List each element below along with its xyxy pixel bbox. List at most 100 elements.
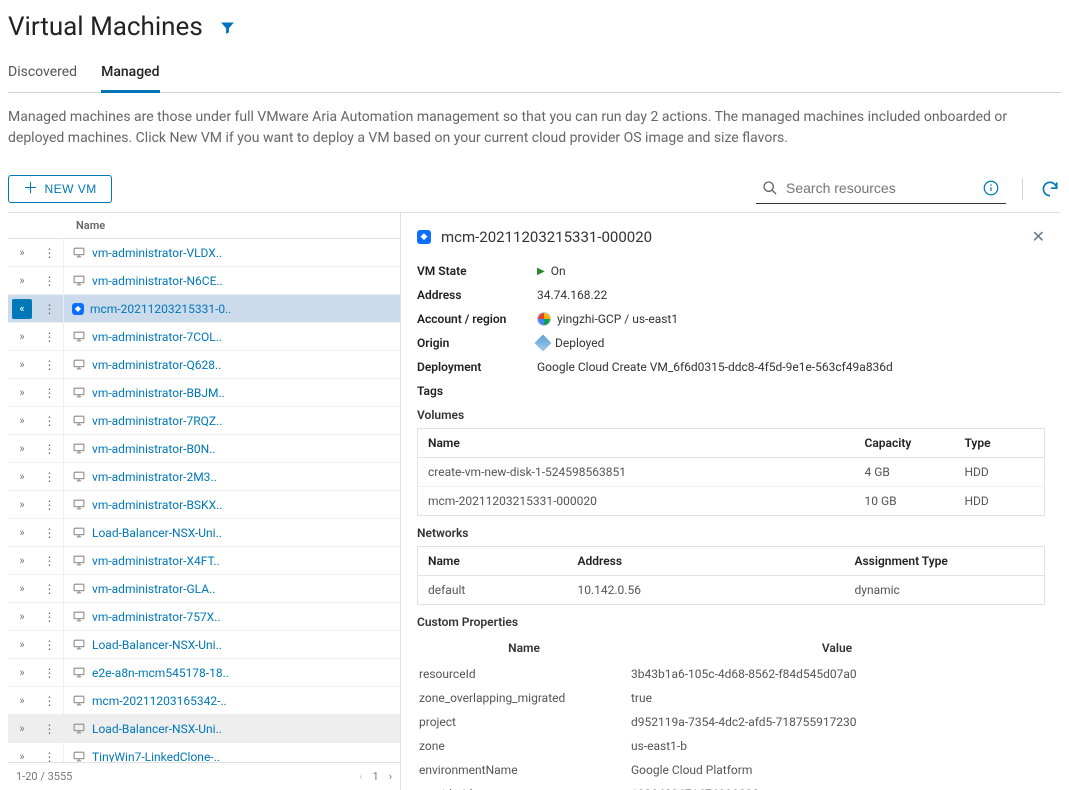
row-actions-icon[interactable]: ⋮ <box>36 379 64 406</box>
expand-icon[interactable]: » <box>8 575 36 603</box>
table-row[interactable]: »⋮ vm-administrator-B0N.. <box>8 435 400 463</box>
row-name-link[interactable]: mcm-20211203215331-0.. <box>90 302 231 316</box>
row-name-link[interactable]: TinyWin7-LinkedClone-.. <box>92 750 220 763</box>
row-name-link[interactable]: vm-administrator-Q628.. <box>92 358 221 372</box>
table-row[interactable]: »⋮ Load-Balancer-NSX-Uni.. <box>8 715 400 743</box>
refresh-icon[interactable] <box>1039 178 1061 200</box>
expand-icon[interactable]: » <box>8 491 36 519</box>
table-row[interactable]: »⋮ vm-administrator-757X.. <box>8 603 400 631</box>
row-actions-icon[interactable]: ⋮ <box>36 239 64 266</box>
table-row[interactable]: »⋮ Load-Balancer-NSX-Uni.. <box>8 631 400 659</box>
tab-managed[interactable]: Managed <box>101 54 159 93</box>
table-row[interactable]: »⋮ e2e-a8n-mcm545178-18.. <box>8 659 400 687</box>
grid-body[interactable]: »⋮vm-administrator-VLDX..»⋮vm-administra… <box>8 239 400 762</box>
row-name-link[interactable]: vm-administrator-X4FT.. <box>92 554 220 568</box>
row-actions-icon[interactable]: ⋮ <box>36 407 64 434</box>
expand-icon[interactable]: » <box>8 603 36 631</box>
cell-name: resourceId <box>419 663 629 685</box>
table-row[interactable]: »⋮ Load-Balancer-NSX-Uni.. <box>8 519 400 547</box>
expand-icon[interactable]: » <box>8 631 36 659</box>
pager-next-icon[interactable]: › <box>389 770 392 783</box>
expand-icon[interactable]: » <box>8 379 36 407</box>
expand-icon[interactable]: » <box>8 239 36 267</box>
row-name-link[interactable]: vm-administrator-GLA.. <box>92 582 215 596</box>
table-row[interactable]: »⋮ vm-administrator-X4FT.. <box>8 547 400 575</box>
row-actions-icon[interactable]: ⋮ <box>36 659 64 686</box>
table-row[interactable]: »⋮ vm-administrator-N6CE.. <box>8 267 400 295</box>
row-name-link[interactable]: vm-administrator-B0N.. <box>92 442 216 456</box>
row-actions-icon[interactable]: ⋮ <box>36 715 64 742</box>
tab-discovered[interactable]: Discovered <box>8 54 77 92</box>
row-name-link[interactable]: Load-Balancer-NSX-Uni.. <box>92 526 222 540</box>
row-name-link[interactable]: vm-administrator-757X.. <box>92 610 221 624</box>
row-name-link[interactable]: vm-administrator-BBJM.. <box>92 386 225 400</box>
row-actions-icon[interactable]: ⋮ <box>36 295 64 322</box>
table-row[interactable]: »⋮ vm-administrator-Q628.. <box>8 351 400 379</box>
row-actions-icon[interactable]: ⋮ <box>36 435 64 462</box>
row-actions-icon[interactable]: ⋮ <box>36 687 64 714</box>
expand-icon[interactable]: » <box>8 715 36 743</box>
row-actions-icon[interactable]: ⋮ <box>36 491 64 518</box>
table-row[interactable]: »⋮ TinyWin7-LinkedClone-.. <box>8 743 400 762</box>
row-name-link[interactable]: Load-Balancer-NSX-Uni.. <box>92 638 222 652</box>
row-actions-icon[interactable]: ⋮ <box>36 603 64 630</box>
expand-icon[interactable]: » <box>8 659 36 687</box>
grid-col-name[interactable]: Name <box>68 213 400 238</box>
volumes-col-capacity: Capacity <box>855 429 955 458</box>
table-row: create-vm-new-disk-1-5245985638514 GBHDD <box>418 458 1045 487</box>
row-name-link[interactable]: e2e-a8n-mcm545178-18.. <box>92 666 229 680</box>
row-actions-icon[interactable]: ⋮ <box>36 631 64 658</box>
vm-icon <box>72 666 86 679</box>
new-vm-button[interactable]: ＋ NEW VM <box>8 175 112 203</box>
cell-capacity: 4 GB <box>855 458 955 487</box>
filter-icon[interactable] <box>219 19 236 36</box>
label-origin: Origin <box>417 336 537 350</box>
row-name-link[interactable]: vm-administrator-N6CE.. <box>92 274 223 288</box>
expand-icon[interactable]: » <box>8 687 36 715</box>
cell-address: 10.142.0.56 <box>568 576 845 605</box>
row-actions-icon[interactable]: ⋮ <box>36 323 64 350</box>
row-actions-icon[interactable]: ⋮ <box>36 547 64 574</box>
row-name-link[interactable]: vm-administrator-2M3.. <box>92 470 217 484</box>
row-name-link[interactable]: vm-administrator-7RQZ.. <box>92 414 222 428</box>
table-row[interactable]: »⋮ vm-administrator-7COL.. <box>8 323 400 351</box>
row-actions-icon[interactable]: ⋮ <box>36 267 64 294</box>
expand-icon[interactable]: » <box>8 407 36 435</box>
row-name-link[interactable]: vm-administrator-7COL.. <box>92 330 222 344</box>
row-name-link[interactable]: mcm-20211203165342-.. <box>92 694 227 708</box>
table-row[interactable]: »⋮ mcm-20211203165342-.. <box>8 687 400 715</box>
row-name-link[interactable]: vm-administrator-VLDX.. <box>92 246 222 260</box>
collapse-icon[interactable]: « <box>8 295 36 323</box>
search-input[interactable] <box>786 180 974 196</box>
table-row[interactable]: «⋮◆mcm-20211203215331-0.. <box>8 295 400 323</box>
row-actions-icon[interactable]: ⋮ <box>36 743 64 762</box>
table-row[interactable]: »⋮ vm-administrator-VLDX.. <box>8 239 400 267</box>
expand-icon[interactable]: » <box>8 519 36 547</box>
pager-prev-icon[interactable]: ‹ <box>359 770 362 783</box>
row-name-link[interactable]: Load-Balancer-NSX-Uni.. <box>92 722 222 736</box>
row-actions-icon[interactable]: ⋮ <box>36 351 64 378</box>
table-row[interactable]: »⋮ vm-administrator-BSKX.. <box>8 491 400 519</box>
row-actions-icon[interactable]: ⋮ <box>36 575 64 602</box>
info-icon[interactable] <box>982 177 1000 199</box>
close-icon[interactable]: ✕ <box>1032 227 1045 246</box>
vm-icon <box>72 694 86 707</box>
expand-icon[interactable]: » <box>8 463 36 491</box>
expand-icon[interactable]: » <box>8 351 36 379</box>
plus-icon: ＋ <box>23 183 38 194</box>
vm-icon <box>72 498 86 511</box>
expand-icon[interactable]: » <box>8 267 36 295</box>
table-row[interactable]: »⋮ vm-administrator-2M3.. <box>8 463 400 491</box>
row-actions-icon[interactable]: ⋮ <box>36 463 64 490</box>
cell-value: d952119a-7354-4dc2-afd5-718755917230 <box>631 711 1043 733</box>
expand-icon[interactable]: » <box>8 435 36 463</box>
table-row[interactable]: »⋮ vm-administrator-GLA.. <box>8 575 400 603</box>
table-row[interactable]: »⋮ vm-administrator-7RQZ.. <box>8 407 400 435</box>
expand-icon[interactable]: » <box>8 323 36 351</box>
row-actions-icon[interactable]: ⋮ <box>36 519 64 546</box>
expand-icon[interactable]: » <box>8 743 36 763</box>
expand-icon[interactable]: » <box>8 547 36 575</box>
search-box[interactable] <box>756 173 1006 204</box>
row-name-link[interactable]: vm-administrator-BSKX.. <box>92 498 222 512</box>
table-row[interactable]: »⋮ vm-administrator-BBJM.. <box>8 379 400 407</box>
